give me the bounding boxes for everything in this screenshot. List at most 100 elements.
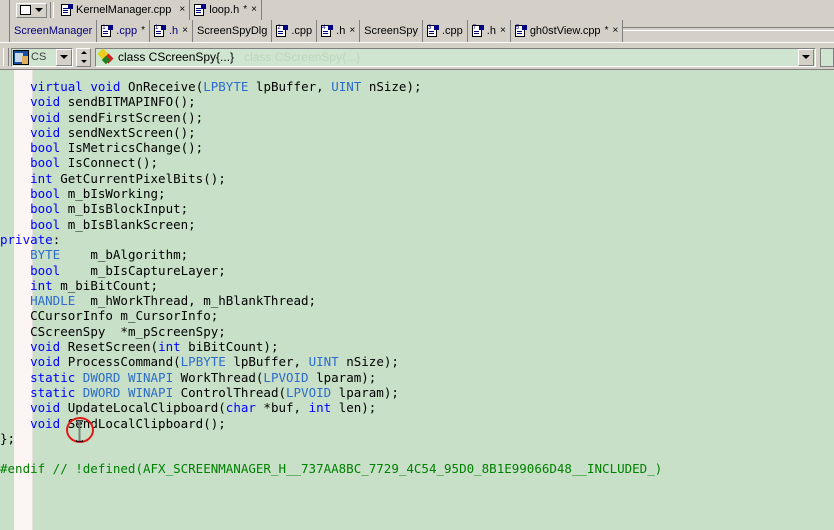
- document-tab-row-2: ScreenManager 1 .cpp * 1 .h × ScreenSpyD…: [0, 20, 834, 42]
- code-token: m_bIsBlankScreen;: [67, 216, 196, 232]
- tab-label: loop.h: [209, 3, 240, 16]
- spinner-up-button[interactable]: [77, 49, 90, 58]
- tab-screenspydlg-h[interactable]: 4 .h ×: [317, 20, 361, 42]
- code-token: void: [30, 400, 68, 416]
- tab-group-label: ScreenSpy: [364, 24, 418, 37]
- chevron-down-icon: [802, 55, 810, 59]
- close-icon[interactable]: ×: [500, 26, 506, 36]
- code-token: :: [52, 231, 61, 247]
- cpp-file-icon: 1: [101, 24, 114, 38]
- code-token: OnReceive(: [127, 79, 204, 94]
- close-icon[interactable]: ×: [349, 26, 355, 36]
- toolbar-grip[interactable]: [3, 48, 9, 66]
- member-spinner[interactable]: [76, 47, 91, 67]
- code-token: LPBYTE: [180, 354, 226, 370]
- tabrow-filler: [261, 0, 834, 20]
- tab-screenspy-cpp[interactable]: 3 .cpp: [422, 20, 468, 42]
- member-combo[interactable]: class CScreenSpy{...} class CScreenSpy{.…: [95, 47, 816, 67]
- tab-group-screenmanager[interactable]: ScreenManager: [10, 20, 98, 42]
- tab-label: .cpp: [116, 24, 138, 37]
- source-code-text[interactable]: virtual void OnReceive(LPBYTE lpBuffer, …: [0, 70, 834, 477]
- code-token: lpBuffer,: [248, 79, 332, 94]
- code-token: WorkThread(: [173, 369, 264, 385]
- code-token: CCursorInfo m_CursorInfo;: [30, 308, 219, 324]
- h-file-icon: 4: [321, 24, 334, 38]
- tab-loop-h[interactable]: loop.h * ×: [190, 0, 262, 20]
- tab-screenspydlg-cpp[interactable]: 2 .cpp: [272, 20, 318, 42]
- class-combo-dropdown-button[interactable]: [56, 48, 72, 66]
- code-token: HANDLE: [30, 293, 76, 309]
- tabrow-left-gutter-2: [0, 20, 10, 42]
- code-token: m_bAlgorithm;: [60, 247, 189, 263]
- tab-group-screenspy[interactable]: ScreenSpy: [360, 20, 423, 42]
- tab-label: .cpp: [441, 24, 463, 37]
- tab-kernelmanager-cpp[interactable]: KernelManager.cpp ×: [57, 0, 191, 20]
- code-token: int: [308, 400, 332, 416]
- code-token: UINT: [308, 354, 339, 370]
- chevron-down-icon: [60, 55, 68, 59]
- code-token: BYTE: [30, 247, 61, 263]
- member-combo-value: class CScreenSpy{...}: [118, 50, 235, 64]
- code-token: UINT: [331, 79, 362, 94]
- window-list-button[interactable]: [16, 2, 47, 18]
- tab-label: gh0stView.cpp: [529, 24, 601, 37]
- class-combo[interactable]: CS: [11, 47, 73, 67]
- cpp-file-icon: 5: [514, 24, 527, 38]
- chevron-up-icon: [80, 51, 87, 55]
- code-token: CScreenSpy *m_pScreenSpy;: [30, 323, 226, 339]
- tab-group-screenspydlg[interactable]: ScreenSpyDlg: [193, 20, 273, 42]
- code-token: void: [30, 124, 68, 140]
- tab-screenspy-h[interactable]: 7 .h ×: [467, 20, 511, 42]
- code-token: m_bIsBlockInput;: [67, 201, 189, 217]
- cpp-file-icon: 2: [276, 24, 289, 38]
- code-token: UpdateLocalClipboard(: [67, 400, 226, 416]
- tab-modified-marker: *: [243, 4, 248, 15]
- document-tab-row-1: KernelManager.cpp × loop.h * ×: [0, 0, 834, 20]
- tab-label: .cpp: [291, 24, 313, 37]
- code-token: len);: [331, 400, 377, 416]
- code-token: ResetScreen(: [67, 339, 159, 355]
- code-token: void: [90, 79, 128, 94]
- toolbar-end-spacer: [820, 47, 834, 67]
- code-token: virtual: [30, 79, 91, 94]
- tab-gh0stview-cpp[interactable]: 5 gh0stView.cpp * ×: [510, 20, 624, 42]
- close-icon[interactable]: ×: [612, 26, 618, 36]
- tab-label: .h: [486, 24, 496, 37]
- member-combo-dropdown-button[interactable]: [798, 48, 814, 66]
- code-token: biBitCount);: [180, 339, 279, 355]
- code-token: int: [30, 170, 61, 186]
- h-file-icon: [194, 3, 207, 17]
- code-token: int: [158, 339, 181, 355]
- class-combo-value: CS: [31, 51, 47, 63]
- code-token: nSize);: [361, 79, 422, 94]
- code-token: static: [30, 384, 83, 400]
- tab-screenmanager-cpp[interactable]: 1 .cpp *: [97, 20, 150, 42]
- code-token: void: [30, 339, 68, 355]
- code-editor[interactable]: virtual void OnReceive(LPBYTE lpBuffer, …: [0, 69, 834, 530]
- tab-group-label: ScreenManager: [14, 24, 93, 37]
- code-token: bool: [30, 155, 68, 171]
- code-token: bool: [30, 140, 68, 156]
- code-token: m_hWorkThread, m_hBlankThread;: [75, 293, 317, 309]
- code-token: lpBuffer,: [225, 354, 309, 370]
- tab-screenmanager-h[interactable]: 1 .h ×: [149, 20, 194, 42]
- code-token: m_bIsWorking;: [67, 186, 166, 202]
- members-icon: [97, 48, 114, 65]
- code-token: IsMetricsChange();: [67, 140, 204, 156]
- tab-label: .h: [168, 24, 179, 37]
- toolbar-separator: [50, 2, 54, 18]
- code-token: SendLocalClipboard();: [67, 415, 226, 431]
- code-token: };: [0, 430, 16, 446]
- code-token: int: [30, 277, 53, 293]
- close-icon[interactable]: ×: [182, 26, 188, 36]
- code-token: DWORD WINAPI: [82, 369, 174, 385]
- code-token: bool: [30, 216, 68, 232]
- editor-code-area[interactable]: virtual void OnReceive(LPBYTE lpBuffer, …: [0, 70, 834, 530]
- code-token: void: [30, 109, 68, 125]
- close-icon[interactable]: ×: [251, 5, 257, 15]
- code-token: nSize);: [338, 354, 399, 370]
- code-token: bool: [30, 201, 68, 217]
- spinner-down-button[interactable]: [77, 57, 90, 66]
- cpp-file-icon: [61, 3, 73, 17]
- close-icon[interactable]: ×: [179, 5, 185, 15]
